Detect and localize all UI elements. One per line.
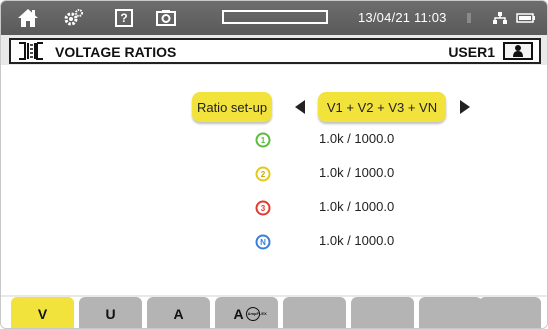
progress-bar [222,10,328,24]
page-title: VOLTAGE RATIOS [55,44,177,60]
tab-voltage-u[interactable]: U [79,297,142,328]
tab-current-ampflex[interactable]: A AmpFLEX [215,297,278,328]
phase-3-label: 3 [260,203,266,213]
tab-empty-7 [419,297,482,328]
arrow-left-icon[interactable] [291,97,309,117]
recording-icon [456,7,482,29]
device-screen: ? 13/04/21 11:03 VOLTAGE RATIOS USER1 Ra… [0,0,548,329]
tab-voltage-v[interactable]: V [11,297,74,328]
voltage-ratio-icon [17,41,47,61]
ampflex-badge: AmpFLEX [247,310,267,316]
arrow-right-icon[interactable] [456,97,474,117]
ratio-value: 1.0k / 1000.0 [319,131,395,146]
ratio-setup-button[interactable]: Ratio set-up [192,92,272,122]
status-bar: ? 13/04/21 11:03 [1,1,547,35]
tab-empty-6 [351,297,414,328]
tab-empty-5 [283,297,346,328]
user-profile-button[interactable] [503,42,533,60]
ratio-row-phase-2[interactable]: 2 1.0k / 1000.0 [251,163,451,185]
network-icon [487,7,513,29]
ratio-row-phase-1[interactable]: 1 1.0k / 1000.0 [251,129,451,151]
phase-n-icon: N [255,234,271,250]
tab-empty-8 [479,297,541,328]
title-bar: VOLTAGE RATIOS USER1 [9,38,541,64]
help-icon[interactable]: ? [111,7,137,29]
help-icon-label: ? [115,9,133,27]
ratio-value: 1.0k / 1000.0 [319,199,395,214]
tab-current-a[interactable]: A [147,297,210,328]
phase-2-label: 2 [260,169,266,179]
phase-1-label: 1 [260,135,266,145]
phase-combination-selector[interactable]: V1 + V2 + V3 + VN [318,92,446,122]
phase-3-icon: 3 [255,200,271,216]
tab-ampflex-label: A [233,305,244,322]
ampflex-sensor-icon: AmpFLEX [245,306,267,321]
camera-icon[interactable] [153,7,179,29]
user-profile-icon [513,45,523,57]
bottom-tab-bar: V U A A AmpFLEX [1,297,547,328]
ratio-value: 1.0k / 1000.0 [319,233,395,248]
ratio-value: 1.0k / 1000.0 [319,165,395,180]
phase-n-label: N [260,237,266,247]
ratio-row-phase-n[interactable]: N 1.0k / 1000.0 [251,231,451,253]
ratio-settings-panel: Ratio set-up V1 + V2 + V3 + VN 1 1.0k / … [1,65,547,295]
settings-gears-icon[interactable] [61,7,87,29]
ratio-row-phase-3[interactable]: 3 1.0k / 1000.0 [251,197,451,219]
home-icon[interactable] [15,7,41,29]
battery-icon [513,7,539,29]
phase-2-icon: 2 [255,166,271,182]
phase-1-icon: 1 [255,132,271,148]
user-label: USER1 [448,44,495,60]
datetime-display: 13/04/21 11:03 [358,10,447,25]
